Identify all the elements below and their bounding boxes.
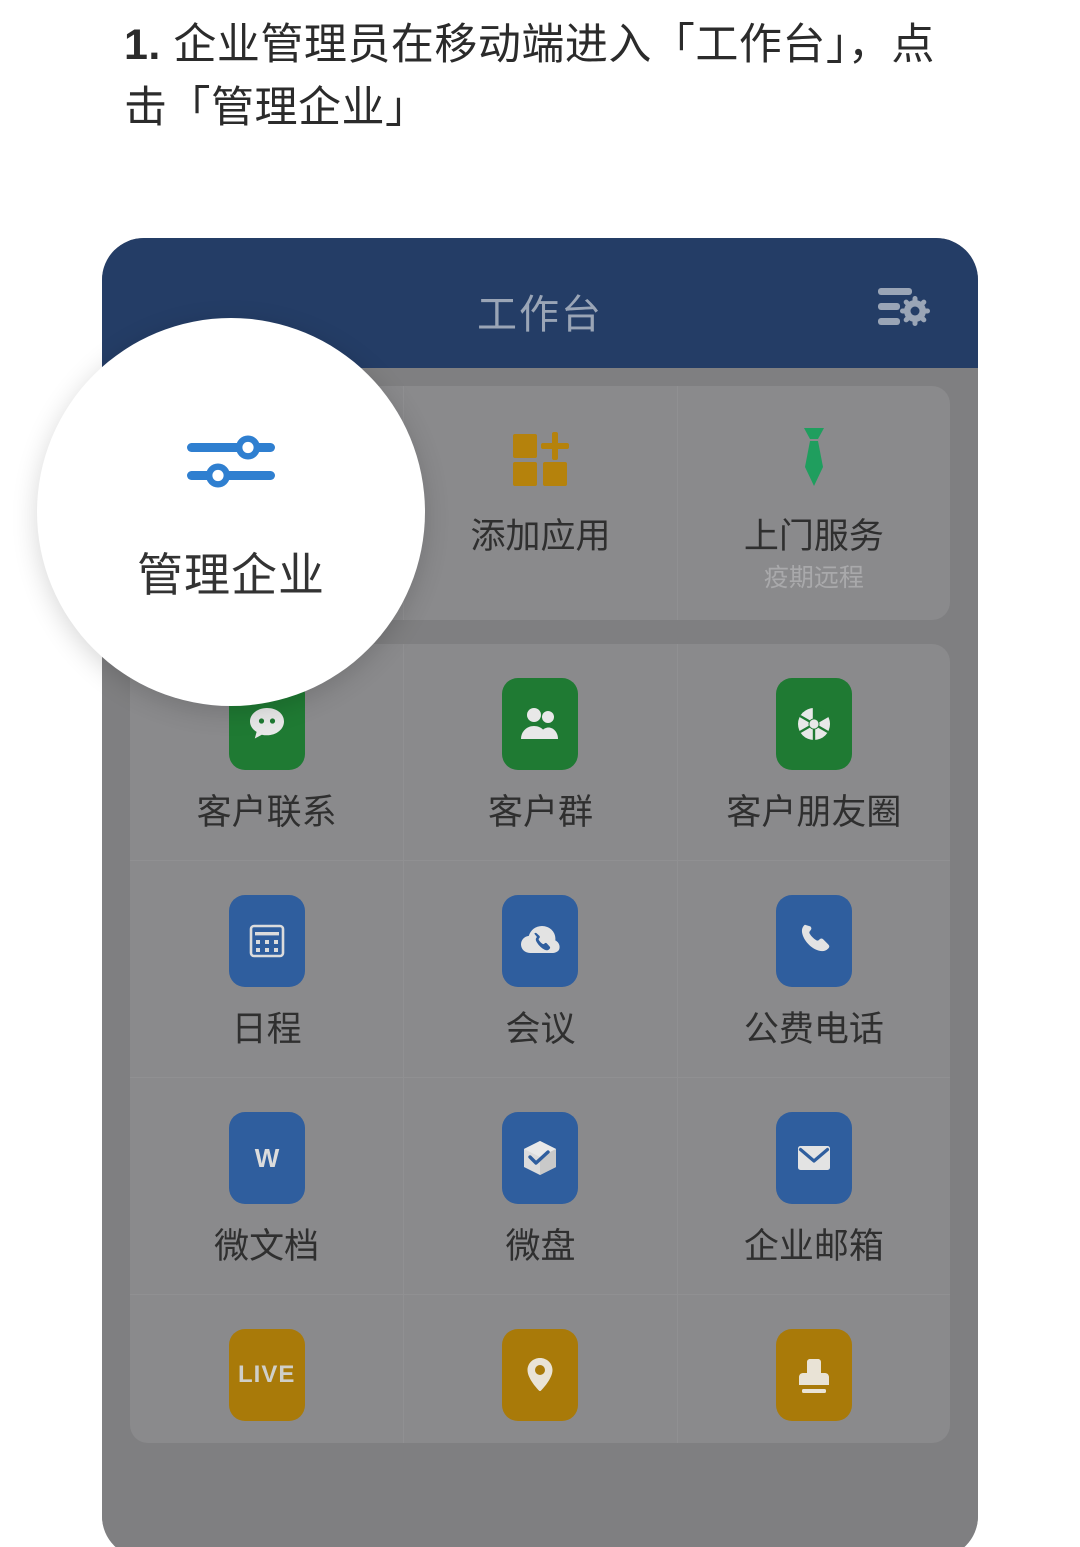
app-label: 公费电话 [743,1010,884,1049]
apps-card: 客户联系 客户群 客户朋友圈 日程 会议 公费电话 W 微文档 微盘 企业邮箱 … [130,644,950,1443]
shortcut-sublabel: 疫期远程 [763,564,864,592]
camera-shutter-icon [775,678,852,770]
app-label: 日程 [231,1010,302,1049]
app-company-phone[interactable]: 公费电话 [676,860,950,1077]
cloud-phone-icon [502,895,579,987]
necktie-icon [777,420,851,494]
app-label: 企业邮箱 [743,1227,884,1266]
app-live[interactable]: LIVE [130,1294,404,1443]
live-badge-text: LIVE [237,1361,296,1388]
doc-w-icon: W [228,1112,305,1204]
app-label: 客户联系 [196,793,337,832]
phone-icon [775,895,852,987]
magnifier-highlight[interactable]: 管理企业 [37,318,425,706]
app-customer-moments[interactable]: 客户朋友圈 [676,644,950,860]
app-row: LIVE [130,1294,950,1443]
list-gear-icon[interactable] [874,284,930,332]
app-row: W 微文档 微盘 企业邮箱 [130,1077,950,1294]
app-meeting[interactable]: 会议 [403,860,677,1077]
shortcut-label: 添加应用 [470,517,611,556]
app-customer-group[interactable]: 客户群 [403,644,676,860]
app-location[interactable] [403,1294,677,1443]
magnifier-content: 管理企业 [137,427,325,605]
grid-plus-icon [503,420,577,494]
shortcut-onsite-service[interactable]: 上门服务 疫期远程 [676,386,950,620]
location-pin-icon [502,1329,579,1421]
app-enterprise-mail[interactable]: 企业邮箱 [676,1077,950,1294]
app-label: 微文档 [214,1227,320,1266]
shortcut-label: 上门服务 [743,517,884,556]
app-stamp[interactable] [676,1294,950,1443]
step-number: 1. [124,21,161,69]
instruction-body: 企业管理员在移动端进入「工作台」，点击「管理企业」 [124,21,935,132]
disk-cube-icon [502,1112,579,1204]
app-label: 客户朋友圈 [726,793,902,832]
page-root: 1. 企业管理员在移动端进入「工作台」，点击「管理企业」 工作台 添加应用 上门… [0,0,1080,1547]
app-label: 客户群 [487,793,593,832]
stamp-icon [775,1329,852,1421]
magnifier-label: 管理企业 [137,549,325,601]
sliders-icon [183,427,279,495]
app-wedoc[interactable]: W 微文档 [130,1077,404,1294]
app-label: 微盘 [505,1227,576,1266]
live-icon: LIVE [228,1329,305,1421]
envelope-icon [775,1112,852,1204]
instruction-text: 1. 企业管理员在移动端进入「工作台」，点击「管理企业」 [124,14,964,140]
app-label: 会议 [505,1010,576,1049]
app-schedule[interactable]: 日程 [130,860,404,1077]
people-icon [502,678,579,770]
app-wedrive[interactable]: 微盘 [403,1077,677,1294]
svg-text:W: W [254,1143,279,1173]
app-row: 日程 会议 公费电话 [130,860,950,1077]
shortcut-add-app[interactable]: 添加应用 [403,386,676,620]
calendar-icon [228,895,305,987]
